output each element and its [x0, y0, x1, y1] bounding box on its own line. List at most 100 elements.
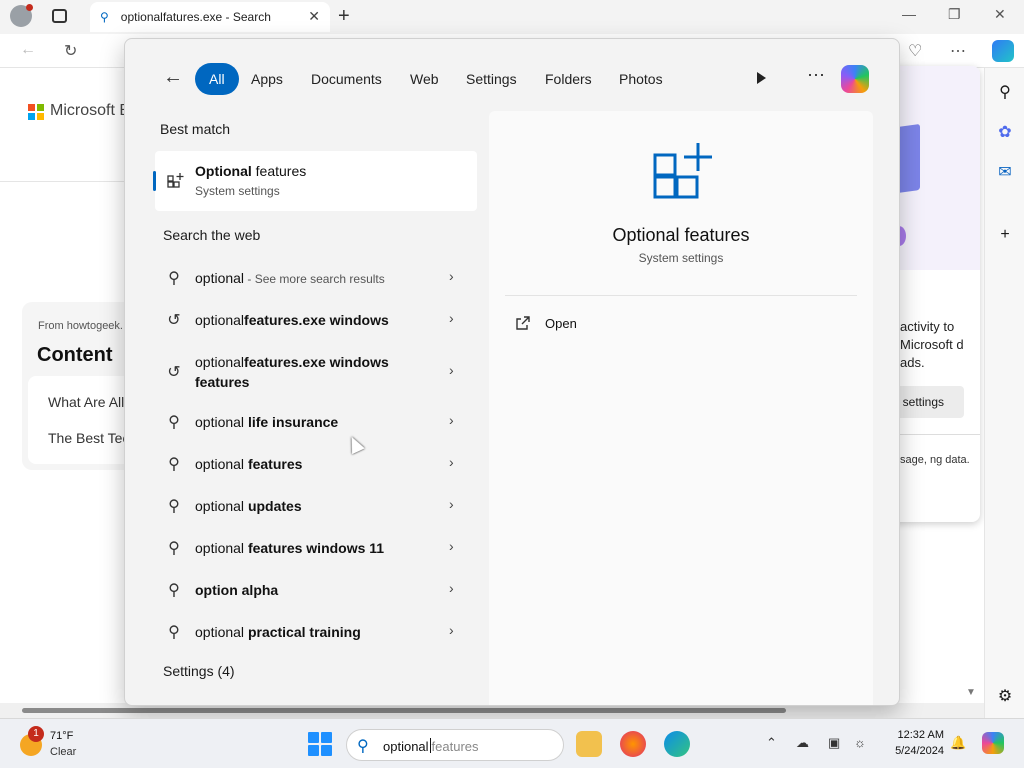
start-button[interactable] [308, 732, 332, 756]
gear-icon[interactable]: ⚙ [995, 686, 1015, 706]
filter-settings[interactable]: Settings [452, 63, 531, 95]
filter-bar: ← All Apps Documents Web Settings Folder… [125, 39, 899, 119]
browser-tab[interactable]: ⚲ optionalfatures.exe - Search ✕ [90, 2, 330, 32]
copilot-icon[interactable] [992, 40, 1014, 62]
filter-folders[interactable]: Folders [531, 63, 606, 95]
weather-widget[interactable]: 1 71°F Clear [18, 726, 138, 762]
weather-condition: Clear [50, 746, 77, 758]
play-icon[interactable] [757, 72, 766, 84]
notification-dot [26, 4, 33, 11]
card-heading: Content [37, 344, 113, 366]
search-icon: ⚲ [168, 498, 180, 515]
search-icon: ⚲ [168, 582, 180, 599]
optional-features-icon [167, 173, 184, 188]
popup-text: activity to Microsoft d ads. [900, 319, 964, 370]
card-source: From howtogeek... [38, 320, 130, 332]
filter-photos[interactable]: Photos [605, 63, 677, 95]
new-tab-button[interactable]: + [338, 5, 350, 28]
filter-apps[interactable]: Apps [237, 63, 297, 95]
copilot-icon[interactable] [841, 65, 869, 93]
search-icon: ⚲ [168, 414, 180, 431]
search-icon: ⚲ [168, 540, 180, 557]
popup-small-text: sage, ng data. [900, 454, 970, 466]
profile-avatar[interactable] [10, 4, 33, 27]
settings-heading: Settings (4) [163, 663, 235, 679]
search-icon: ⚲ [357, 738, 369, 755]
best-match-result[interactable]: Optional features System settings [153, 151, 477, 211]
web-heading: Search the web [163, 227, 261, 243]
performance-icon[interactable]: ♡ [908, 41, 922, 61]
notification-bell-icon[interactable]: 🔔 [950, 735, 966, 751]
more-menu-button[interactable]: ⋯ [950, 41, 966, 61]
more-options-icon[interactable]: ⋯ [807, 65, 826, 86]
result-label: optional features windows 11 [195, 540, 385, 556]
search-icon[interactable]: ⚲ [995, 82, 1015, 102]
open-external-icon [516, 316, 530, 330]
copilot-app-icon[interactable]: ✿ [995, 122, 1015, 142]
divider [505, 295, 857, 296]
selection-accent [153, 171, 156, 191]
notification-badge: 1 [28, 726, 44, 742]
taskbar: 1 71°F Clear ⚲ optional features ⌃ ☁ ▣ ☼ … [0, 718, 1024, 768]
onedrive-icon[interactable]: ☁ [796, 735, 809, 751]
search-favicon-icon: ⚲ [100, 10, 109, 24]
chevron-right-icon: › [449, 454, 454, 470]
search-text: optional features [383, 738, 479, 754]
microsoft-logo-icon [28, 104, 44, 120]
preview-title: Optional features [612, 225, 750, 245]
network-icon[interactable]: ☼ [854, 735, 866, 750]
taskbar-search-box[interactable]: ⚲ optional features [346, 729, 564, 761]
close-window-button[interactable]: ✕ [994, 6, 1006, 23]
scroll-thumb[interactable] [22, 708, 786, 713]
date: 5/24/2024 [895, 745, 944, 757]
search-icon: ⚲ [168, 270, 180, 287]
chevron-right-icon: › [449, 412, 454, 428]
card-link[interactable]: The Best Tec [48, 430, 129, 446]
scroll-down-icon[interactable]: ▼ [966, 687, 976, 698]
restore-button[interactable]: ❐ [948, 6, 961, 23]
divider [0, 181, 130, 182]
chevron-right-icon: › [449, 362, 454, 378]
close-tab-icon[interactable]: ✕ [308, 8, 320, 25]
chevron-right-icon: › [449, 622, 454, 638]
chevron-right-icon: › [449, 580, 454, 596]
optional-features-large-icon [653, 143, 712, 199]
chevron-right-icon: › [449, 496, 454, 512]
result-label: optionalfeatures.exe windows [195, 312, 389, 328]
history-icon: ↺ [167, 312, 181, 329]
back-button[interactable]: ← [20, 41, 36, 59]
chevron-right-icon: › [449, 538, 454, 554]
copilot-taskbar-icon[interactable] [982, 732, 1004, 754]
result-label: optional features [195, 456, 303, 472]
result-label: option alpha [195, 582, 279, 598]
clock[interactable]: 12:32 AM 5/24/2024 [880, 727, 944, 759]
show-hidden-icons-icon[interactable]: ⌃ [766, 735, 777, 751]
search-icon: ⚲ [168, 456, 180, 473]
file-explorer-icon[interactable] [576, 731, 602, 757]
outlook-icon[interactable]: ✉ [995, 162, 1015, 182]
minimize-button[interactable]: — [902, 6, 916, 22]
edge-icon[interactable] [664, 731, 690, 757]
display-icon[interactable]: ▣ [828, 735, 840, 751]
open-label: Open [545, 315, 577, 331]
result-label: optional updates [195, 498, 302, 514]
best-match-title: Optional features [195, 163, 307, 179]
preview-pane: Optional features System settings Open [489, 111, 873, 705]
search-flyout: ← All Apps Documents Web Settings Folder… [124, 38, 900, 706]
tab-title: optionalfatures.exe - Search [120, 10, 271, 24]
filter-documents[interactable]: Documents [297, 63, 396, 95]
card-link[interactable]: What Are All [48, 394, 124, 410]
tab-actions-icon[interactable] [52, 9, 67, 23]
add-icon[interactable]: + [995, 226, 1015, 246]
firefox-icon[interactable] [620, 731, 646, 757]
filter-all[interactable]: All [195, 63, 239, 95]
chevron-right-icon: › [449, 268, 454, 284]
edge-sidebar: ⚲ ✿ ✉ + ⚙ [984, 68, 1024, 718]
result-label: optional - See more search results [195, 270, 385, 286]
open-action[interactable]: Open [515, 315, 577, 331]
time: 12:32 AM [897, 729, 944, 741]
result-label: optional life insurance [195, 414, 339, 430]
refresh-button[interactable]: ↻ [64, 41, 77, 61]
back-arrow-icon[interactable]: ← [163, 66, 183, 89]
filter-web[interactable]: Web [396, 63, 453, 95]
